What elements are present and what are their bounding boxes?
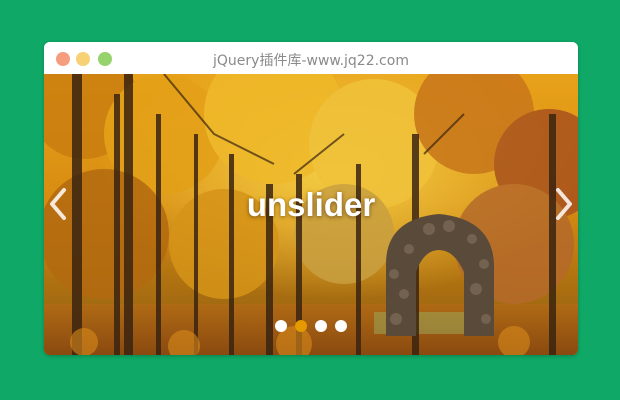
chevron-right-icon	[556, 188, 572, 220]
slider-pagination	[44, 320, 578, 332]
slide-caption: unslider	[246, 186, 376, 223]
chevron-left-icon	[50, 188, 66, 220]
pagination-dot[interactable]	[315, 320, 327, 332]
prev-slide-button[interactable]	[46, 184, 70, 224]
title-bar: jQuery插件库-www.jq22.com	[44, 42, 578, 74]
image-slider: unslider	[44, 74, 578, 355]
browser-window: jQuery插件库-www.jq22.com unslider	[44, 42, 578, 355]
window-title: jQuery插件库-www.jq22.com	[213, 53, 409, 69]
pagination-dot[interactable]	[335, 320, 347, 332]
pagination-dot[interactable]	[275, 320, 287, 332]
next-slide-button[interactable]	[552, 184, 576, 224]
pagination-dot[interactable]	[295, 320, 307, 332]
